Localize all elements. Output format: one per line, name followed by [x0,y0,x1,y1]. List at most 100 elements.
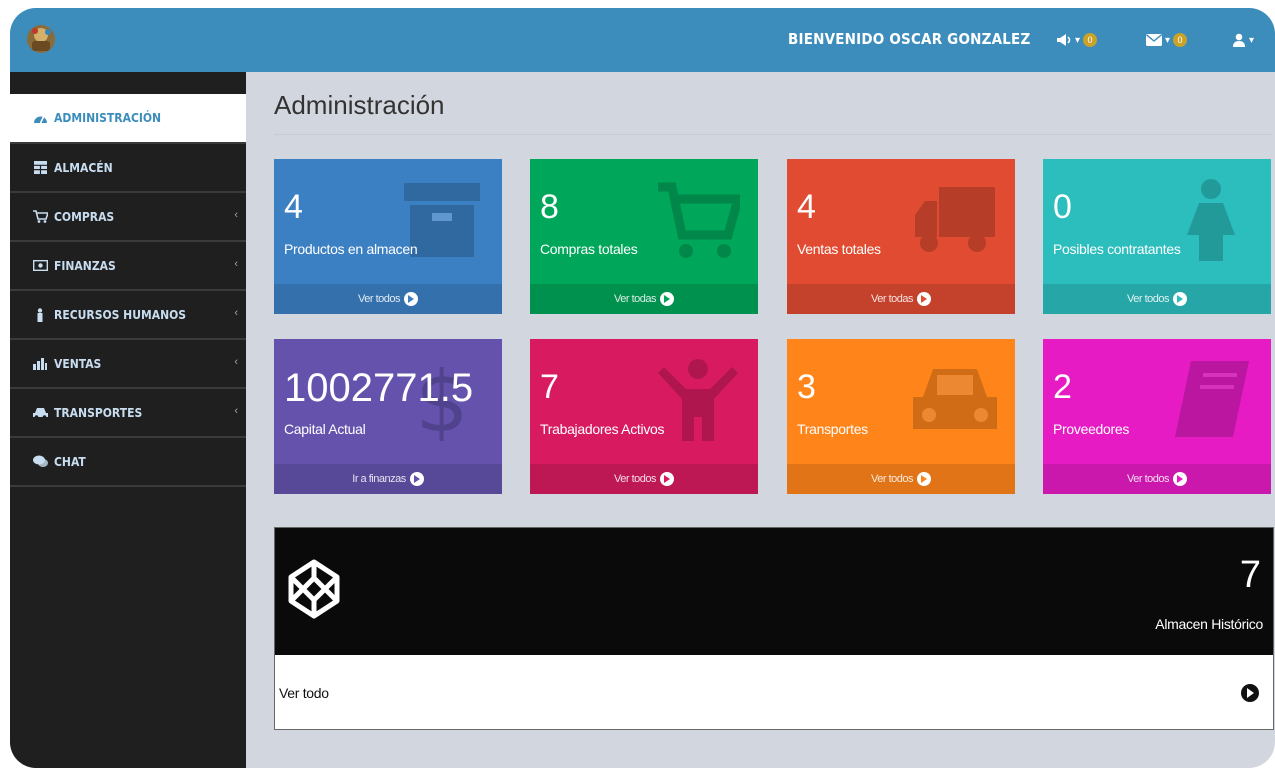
sidebar-item-label: TRANSPORTES [54,405,143,420]
messages-menu[interactable]: ▾ 0 [1146,30,1188,50]
page-title: Administración [274,90,445,120]
sidebar-item-transportes[interactable]: TRANSPORTES ‹ [10,389,246,438]
tile-footer-link[interactable]: Ver todos [274,284,502,314]
sidebar-item-label: ADMINISTRACIÓN [54,111,162,125]
sidebar-item-chat[interactable]: CHAT [10,438,246,487]
tile-ventas-totales[interactable]: 4 Ventas totales Ver todas [787,159,1015,314]
cart-icon [658,182,740,258]
car-icon [913,369,997,429]
tile-label: Productos en almacen [284,241,418,257]
tile-value: 7 [540,368,559,406]
main-content: Administración 4 Productos en almacen Ve… [246,72,1275,768]
arrow-circle-right-icon [659,292,674,306]
tile-transportes[interactable]: 3 Transportes Ver todos [787,339,1015,494]
sidebar-item-administracion[interactable]: ADMINISTRACIÓN [10,94,246,144]
tile-footer-link[interactable]: Ver todos [1043,284,1271,314]
tile-label: Capital Actual [284,421,366,437]
chevron-left-icon: ‹ [234,258,238,270]
tile-footer-link[interactable]: Ver todos [530,464,758,494]
sidebar-item-ventas[interactable]: VENTAS ‹ [10,340,246,389]
car-icon [32,406,48,420]
sidebar: ADMINISTRACIÓN ALMACÉN COMPRAS ‹ FINANZA… [10,72,246,768]
tile-link-text: Ver todos [871,473,913,485]
tile-label: Ventas totales [797,241,881,257]
messages-badge: 0 [1173,33,1188,47]
truck-icon [915,187,995,252]
book-icon [1175,361,1249,437]
tachometer-icon [32,111,48,125]
title-divider [274,134,1272,135]
notifications-menu[interactable]: ▾ 0 [1056,30,1098,50]
envelope-icon [1146,34,1162,46]
notifications-badge: 0 [1083,33,1098,47]
tile-label: Proveedores [1053,421,1130,437]
historic-label: Almacen Histórico [1155,616,1263,632]
ver-todo-link[interactable]: Ver todo [275,655,1273,730]
bullhorn-icon [1057,34,1071,46]
tile-compras-totales[interactable]: 8 Compras totales Ver todas [530,159,758,314]
user-menu[interactable]: ▾ [1232,30,1257,50]
tile-value: 2 [1053,368,1072,406]
logo-icon[interactable] [24,22,58,56]
tile-capital-actual[interactable]: $ 1002771.5 Capital Actual Ir a finanzas [274,339,502,494]
tile-link-text: Ver todas [871,293,913,305]
welcome-text[interactable]: BIENVENIDO OSCAR GONZALEZ [788,30,1030,48]
arrow-circle-right-icon [409,472,424,486]
cart-icon [32,210,48,224]
sidebar-item-almacen[interactable]: ALMACÉN [10,144,246,193]
tile-proveedores[interactable]: 2 Proveedores Ver todos [1043,339,1271,494]
chart-icon [32,357,48,371]
tile-footer-link[interactable]: Ver todos [787,464,1015,494]
tile-value: 0 [1053,188,1072,226]
tile-posibles-contratantes[interactable]: 0 Posibles contratantes Ver todos [1043,159,1271,314]
arrow-circle-right-icon [403,292,418,306]
tile-footer-link[interactable]: Ver todas [530,284,758,314]
tile-label: Compras totales [540,241,638,257]
table-icon [32,161,48,175]
tile-link-text: Ver todos [358,293,400,305]
tile-value: 4 [284,188,303,226]
arrow-circle-right-icon [916,472,931,486]
sidebar-item-label: FINANZAS [54,258,116,273]
sidebar-item-label: COMPRAS [54,209,115,224]
almacen-historico-header: 7 Almacen Histórico [275,528,1273,655]
tile-label: Transportes [797,421,868,437]
tile-link-text: Ver todos [1127,473,1169,485]
sidebar-item-label: CHAT [54,454,86,469]
tile-trabajadores-activos[interactable]: 7 Trabajadores Activos Ver todos [530,339,758,494]
tile-link-text: Ver todas [614,293,656,305]
tile-value: 1002771.5 [284,366,474,410]
tile-footer-link[interactable]: Ir a finanzas [274,464,502,494]
historic-value: 7 [1239,554,1261,596]
tile-footer-link[interactable]: Ver todas [787,284,1015,314]
user-icon [1233,33,1245,47]
sidebar-item-compras[interactable]: COMPRAS ‹ [10,193,246,242]
money-icon [32,259,48,273]
tile-footer-link[interactable]: Ver todos [1043,464,1271,494]
tile-link-text: Ver todos [614,473,656,485]
sidebar-item-finanzas[interactable]: FINANZAS ‹ [10,242,246,291]
chevron-left-icon: ‹ [234,356,238,368]
sidebar-item-label: RECURSOS HUMANOS [54,307,187,322]
tile-value: 8 [540,188,559,226]
chevron-left-icon: ‹ [234,307,238,319]
sidebar-item-label: VENTAS [54,356,102,371]
tile-value: 4 [797,188,816,226]
female-icon [1187,179,1235,261]
child-icon [658,359,738,441]
top-navbar: BIENVENIDO OSCAR GONZALEZ ▾ 0 ▾ 0 ▾ [10,8,1275,72]
tile-productos-almacen[interactable]: 4 Productos en almacen Ver todos [274,159,502,314]
chevron-left-icon: ‹ [234,405,238,417]
arrow-circle-right-icon [1241,683,1259,702]
app-frame: BIENVENIDO OSCAR GONZALEZ ▾ 0 ▾ 0 ▾ ADMI… [10,8,1275,768]
tile-value: 3 [797,368,816,406]
tile-label: Posibles contratantes [1053,241,1181,257]
codepen-icon [288,559,340,619]
tile-link-text: Ver todos [1127,293,1169,305]
caret-down-icon: ▾ [1075,34,1081,46]
ver-todo-text: Ver todo [279,684,329,701]
sidebar-item-recursos-humanos[interactable]: RECURSOS HUMANOS ‹ [10,291,246,340]
arrow-circle-right-icon [1172,292,1187,306]
arrow-circle-right-icon [1172,472,1187,486]
chevron-left-icon: ‹ [234,209,238,221]
